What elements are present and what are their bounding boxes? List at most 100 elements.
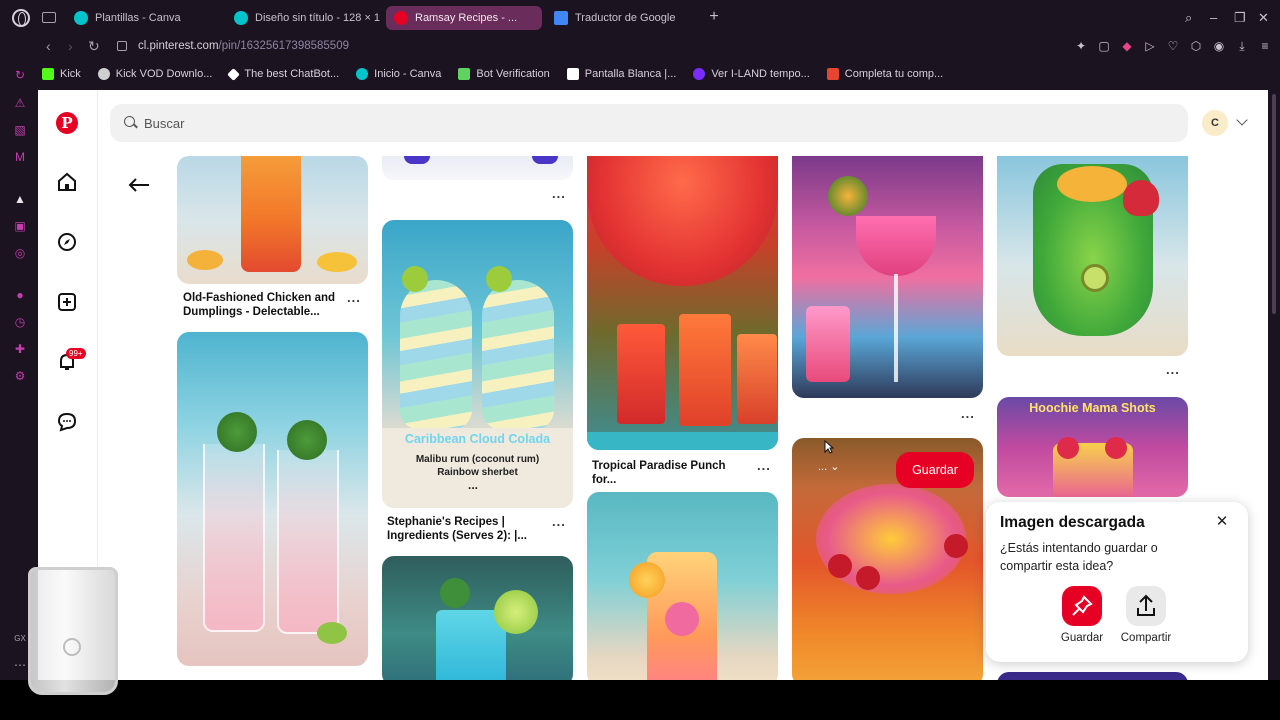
back-icon[interactable]: ‹ (46, 38, 51, 54)
bookmark-completa[interactable]: Completa tu comp... (826, 68, 943, 80)
tab-canva-templates[interactable]: Plantillas - Canva (66, 6, 222, 30)
bookmark-kick-vod[interactable]: Kick VOD Downlo... (97, 68, 212, 80)
extensions-icon[interactable]: ⬡ (1189, 39, 1203, 53)
browser-window: Plantillas - Canva Diseño sin título - 1… (0, 0, 1280, 720)
tab-google-translate[interactable]: Traductor de Google (546, 6, 696, 30)
kick-side-icon[interactable]: ▲ (13, 192, 27, 206)
flower-shape (665, 602, 699, 636)
pin-blue-drink[interactable] (382, 556, 573, 680)
more-options-icon[interactable]: ... (1166, 362, 1180, 377)
explore-compass-icon[interactable] (57, 232, 77, 252)
messenger-icon[interactable]: M (13, 150, 27, 164)
drink-glass (679, 314, 731, 426)
search-bar[interactable] (110, 104, 1188, 142)
more-options-icon[interactable]: ... (552, 514, 566, 529)
pin-caption[interactable]: Tropical Paradise Punch for... (592, 459, 752, 487)
pin-caribbean-colada[interactable]: Caribbean Cloud Colada Malibu rum (cocon… (382, 220, 573, 508)
more-options-icon[interactable]: ... (552, 186, 566, 201)
pin-partial-top[interactable] (382, 156, 573, 180)
back-arrow-icon[interactable] (128, 178, 150, 192)
minimize-icon[interactable]: – (1210, 10, 1217, 25)
more-options-icon[interactable]: ... (757, 458, 771, 473)
forward-icon[interactable]: › (68, 38, 73, 54)
tab-islands-icon[interactable] (42, 12, 56, 23)
settings-icon[interactable]: ⚙ (13, 369, 27, 383)
pin-icon[interactable]: ✦ (1074, 39, 1088, 53)
reload-icon[interactable]: ↻ (88, 38, 100, 55)
chevron-down-icon[interactable] (1236, 114, 1248, 126)
more-icon[interactable]: ⋯ (13, 658, 27, 672)
overlay-line: Malibu rum (coconut rum) (415, 454, 540, 465)
tab-ramsay-recipes[interactable]: Ramsay Recipes - ... (386, 6, 542, 30)
new-tab-plus-icon[interactable]: + (706, 9, 722, 26)
drink-glass (277, 450, 339, 634)
search-input[interactable] (144, 104, 744, 142)
toast-save-button[interactable] (1062, 586, 1102, 626)
discord-icon[interactable]: ◎ (13, 246, 27, 260)
avatar[interactable]: C (1202, 110, 1228, 136)
bookmark-iland[interactable]: Ver I-LAND tempo... (693, 68, 810, 80)
create-plus-icon[interactable] (57, 292, 77, 312)
bookmark-pantalla-blanca[interactable]: Pantalla Blanca |... (566, 68, 676, 80)
twitch-icon[interactable]: ▣ (13, 219, 27, 233)
opera-logo-icon[interactable] (12, 9, 30, 27)
heart-icon[interactable]: ♡ (1166, 39, 1180, 53)
menu-icon[interactable]: ≡ (1258, 39, 1272, 53)
workspaces-icon[interactable]: ⚠ (13, 96, 27, 110)
gx-icon[interactable]: GX (13, 632, 27, 646)
table-surface (587, 432, 778, 450)
pin-orange-cocktail[interactable] (587, 492, 778, 680)
toolbar-icons: ✦ ▢ ◆ ▷ ♡ ⬡ ◉ ⤓ ≡ (1074, 39, 1272, 53)
pin-partial-bottom[interactable] (997, 672, 1188, 680)
toast-share-button[interactable] (1126, 586, 1166, 626)
address-bar: ‹ › ↻ cl.pinterest.com/pin/1632561739858… (0, 36, 1280, 62)
shield-icon (458, 68, 471, 80)
pin-caption[interactable]: Old-Fashioned Chicken and Dumplings - De… (183, 291, 343, 319)
extensions-side-icon[interactable]: ✚ (13, 342, 27, 356)
overlay-line: Rainbow sherbet (437, 467, 518, 478)
aria-icon[interactable]: ↻ (13, 68, 27, 82)
player-icon[interactable]: ● (13, 288, 27, 302)
cocktail-glass (856, 216, 936, 276)
bookmark-kick[interactable]: Kick (42, 68, 81, 80)
pinterest-logo-icon[interactable]: P (56, 112, 78, 134)
more-options-icon[interactable]: ... (961, 406, 975, 421)
pin-tropical-punch[interactable] (587, 156, 778, 450)
bookmark-bot-verification[interactable]: Bot Verification (458, 68, 550, 80)
tab-canva-design[interactable]: Diseño sin título - 128 × 1... (226, 6, 380, 30)
url-field[interactable]: cl.pinterest.com/pin/16325617398585509 (138, 40, 349, 52)
notifications-badge: 99+ (66, 348, 86, 359)
maximize-icon[interactable]: ❐ (1234, 10, 1246, 26)
bookmark-chatbot[interactable]: The best ChatBot... (227, 67, 339, 81)
toast-share-label: Compartir (1120, 632, 1172, 644)
cherry-shape (856, 566, 880, 590)
messages-icon[interactable] (57, 412, 77, 432)
overlay-title: Hoochie Mama Shots (1029, 401, 1156, 415)
page-scrollbar[interactable] (1268, 90, 1280, 680)
pin-orange-drink[interactable] (177, 156, 368, 284)
search-tabs-icon[interactable]: ⌕ (1185, 10, 1192, 26)
orange-slice (317, 252, 357, 272)
scrollbar-thumb[interactable] (1272, 94, 1276, 314)
play-icon[interactable]: ▷ (1143, 39, 1157, 53)
more-options-icon[interactable]: ... (347, 290, 361, 305)
download-icon[interactable]: ⤓ (1235, 39, 1249, 53)
pin-pink-mojito[interactable] (177, 332, 368, 666)
pin-hoochie-mama[interactable]: Hoochie Mama Shots (997, 397, 1188, 497)
bookmark-canva[interactable]: Inicio - Canva (356, 68, 441, 80)
pin-pink-margarita[interactable] (792, 156, 983, 398)
mint-leaves (287, 420, 327, 460)
history-icon[interactable]: ◷ (13, 315, 27, 329)
home-icon[interactable] (57, 172, 77, 192)
pin-quick-options-icon[interactable]: ... ⌄ (818, 460, 839, 473)
close-icon[interactable]: ✕ (1214, 514, 1230, 530)
pin-save-button[interactable]: Guardar (896, 452, 974, 488)
boards-icon[interactable]: ▧ (13, 123, 27, 137)
profile-icon[interactable]: ◉ (1212, 39, 1226, 53)
close-window-icon[interactable]: ✕ (1258, 10, 1269, 26)
pin-fruit-jelly-glass[interactable] (997, 156, 1188, 356)
pocket-icon[interactable]: ◆ (1120, 39, 1134, 53)
pin-caption[interactable]: Stephanie's Recipes | Ingredients (Serve… (387, 515, 547, 543)
site-info-icon[interactable] (117, 41, 127, 51)
snapshot-icon[interactable]: ▢ (1097, 39, 1111, 53)
